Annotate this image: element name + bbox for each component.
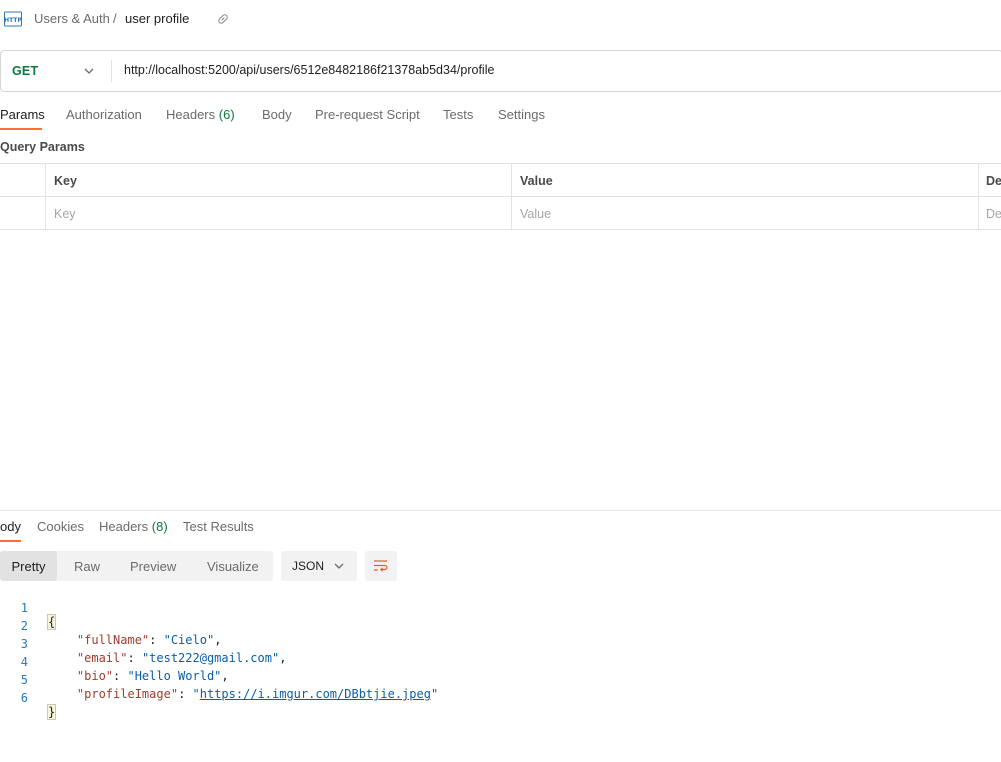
active-tab-indicator (0, 128, 42, 130)
column-header-key: Key (54, 174, 77, 188)
chevron-down-icon[interactable] (83, 66, 95, 76)
view-preview-button[interactable]: Preview (130, 551, 176, 581)
tab-response-headers[interactable]: Headers (8) (99, 519, 168, 534)
headers-count: (6) (218, 107, 235, 122)
tab-tests[interactable]: Tests (443, 107, 473, 122)
view-mode-bar: Pretty Raw Preview Visualize (0, 551, 273, 581)
code-line: 1 { (20, 601, 57, 630)
code-line: 3 "email": "test222@gmail.com", (20, 637, 287, 665)
view-visualize-button[interactable]: Visualize (207, 551, 259, 581)
url-bar: GET http://localhost:5200/api/users/6512… (0, 50, 1001, 92)
breadcrumb-collection[interactable]: Users & Auth (34, 11, 110, 26)
method-divider (111, 60, 112, 82)
tab-pre-request-script[interactable]: Pre-request Script (315, 107, 420, 122)
http-icon: HTTP (4, 11, 22, 27)
wrap-lines-button[interactable] (365, 551, 397, 581)
tab-body[interactable]: Body (262, 107, 292, 122)
wrap-lines-icon (374, 560, 388, 572)
request-tabs: Params Authorization Headers (6) Body Pr… (0, 100, 1001, 132)
request-name[interactable]: user profile (125, 11, 189, 26)
column-header-value: Value (520, 174, 553, 188)
code-line: 2 "fullName": "Cielo", (20, 619, 222, 647)
format-select[interactable]: JSON (281, 551, 357, 581)
chevron-down-icon (334, 563, 344, 569)
tab-params[interactable]: Params (0, 107, 45, 122)
column-header-description: De (986, 174, 1001, 188)
view-raw-button[interactable]: Raw (74, 551, 100, 581)
close-brace: } (46, 704, 57, 720)
svg-text:HTTP: HTTP (4, 17, 22, 24)
query-params-table: Key Value De Key Value De (0, 163, 1001, 230)
response-divider[interactable] (0, 510, 1001, 511)
tab-test-results[interactable]: Test Results (183, 519, 254, 534)
code-line: 4 "bio": "Hello World", (20, 655, 229, 683)
response-tabs: ody Cookies Headers (8) Test Results (0, 519, 1001, 543)
description-input[interactable]: De (986, 207, 1001, 221)
tab-authorization[interactable]: Authorization (66, 107, 142, 122)
format-label: JSON (292, 559, 325, 573)
tab-cookies[interactable]: Cookies (37, 519, 84, 534)
tab-response-body[interactable]: ody (0, 519, 21, 534)
query-params-title: Query Params (0, 140, 85, 154)
key-input[interactable]: Key (54, 207, 76, 221)
response-headers-count: (8) (151, 519, 168, 534)
table-row: Key Value De (0, 197, 1001, 230)
url-input[interactable]: http://localhost:5200/api/users/6512e848… (124, 63, 494, 77)
value-input[interactable]: Value (520, 207, 551, 221)
tab-headers[interactable]: Headers (6) (166, 107, 235, 122)
code-line: 5 "profileImage": "https://i.imgur.com/D… (20, 673, 439, 701)
breadcrumb-separator: / (113, 11, 117, 26)
table-header-row: Key Value De (0, 164, 1001, 197)
method-select[interactable]: GET (12, 64, 38, 78)
link-icon[interactable] (216, 12, 230, 26)
active-response-tab-indicator (0, 540, 21, 542)
code-line: 6 } (20, 691, 57, 720)
view-pretty-button[interactable]: Pretty (0, 551, 57, 581)
tab-settings[interactable]: Settings (498, 107, 545, 122)
